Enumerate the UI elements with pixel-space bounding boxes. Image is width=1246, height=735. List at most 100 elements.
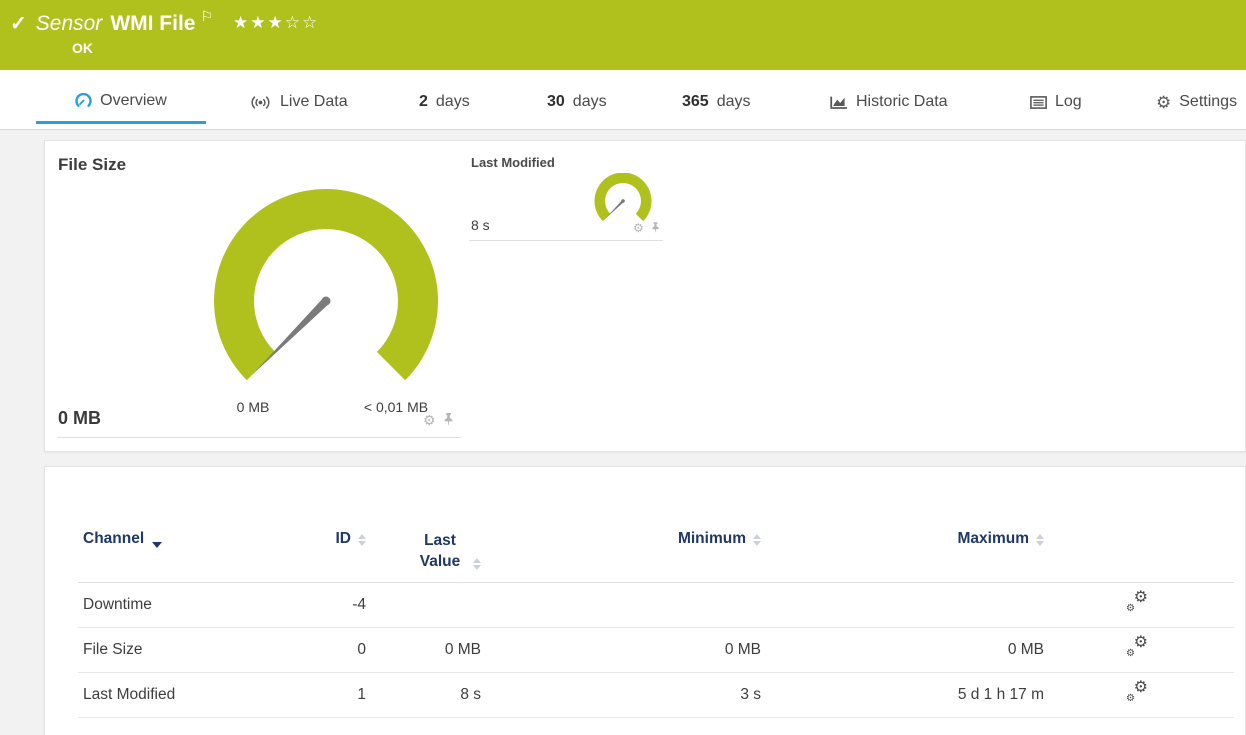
prtg-sensor-page: ✓ Sensor WMI File ⚐ ★★★☆☆ OK Overview Li… — [0, 0, 1246, 735]
tab-settings-label: Settings — [1179, 93, 1238, 110]
channel-maximum: 0 MB — [761, 627, 1044, 673]
tab-log[interactable]: Log — [1026, 80, 1086, 124]
column-header-actions — [1044, 517, 1234, 583]
tab-2-days-number: 2 — [419, 93, 428, 110]
channel-last-value — [366, 582, 481, 628]
widget-gear-icon[interactable]: ⚙ — [423, 413, 436, 427]
channel-id: -4 — [321, 582, 366, 628]
sort-desc-icon — [152, 542, 163, 548]
priority-stars[interactable]: ★★★☆☆ — [233, 13, 319, 33]
live-data-icon — [251, 95, 270, 109]
gear-icon: ⚙ — [1126, 602, 1135, 614]
tab-2-days-label: days — [435, 93, 470, 110]
file-size-current-value: 0 MB — [58, 408, 102, 428]
file-size-gauge-title: File Size — [58, 155, 127, 174]
channel-last-value: 0 MB — [366, 627, 481, 673]
channel-actions-cell: ⚙ ⚙ — [1044, 582, 1234, 628]
last-modified-current-value: 8 s — [471, 217, 490, 233]
file-size-scale-min: 0 MB — [236, 399, 270, 415]
column-header-minimum-label: Minimum — [677, 530, 746, 547]
stars-empty[interactable]: ☆☆ — [285, 13, 319, 32]
widget-gear-icon[interactable]: ⚙ — [633, 222, 644, 234]
tab-log-label: Log — [1055, 93, 1082, 110]
tab-365-days[interactable]: 365 days — [678, 80, 755, 124]
tab-30-days-label: days — [572, 93, 607, 110]
sort-icon — [1036, 534, 1044, 546]
channel-id: 1 — [321, 672, 366, 718]
file-size-widget-divider — [57, 437, 461, 438]
channel-actions-cell: ⚙ ⚙ — [1044, 672, 1234, 718]
channel-row-file-size[interactable]: File Size 0 0 MB 0 MB 0 MB ⚙ ⚙ — [78, 627, 1234, 673]
sensor-title-row: ✓ Sensor WMI File ⚐ ★★★☆☆ — [0, 0, 1246, 36]
channels-table: Channel ID Last Value Minimum Maximum Do… — [78, 517, 1234, 718]
tab-historic-data[interactable]: Historic Data — [826, 80, 952, 124]
sensor-status-badge: OK — [72, 40, 93, 56]
channel-minimum — [481, 582, 761, 628]
channel-maximum: 5 d 1 h 17 m — [761, 672, 1044, 718]
gauges-card: File Size 0 MB < 0,01 MB 0 MB ⚙ Last Mod… — [44, 140, 1246, 452]
channel-actions-cell: ⚙ ⚙ — [1044, 627, 1234, 673]
status-ok-check-icon: ✓ — [10, 13, 27, 35]
column-header-last-value-label: Last Value — [419, 532, 461, 570]
channel-maximum — [761, 582, 1044, 628]
sensor-status-header: ✓ Sensor WMI File ⚐ ★★★☆☆ OK — [0, 0, 1246, 70]
tab-2-days[interactable]: 2 days — [415, 80, 474, 124]
last-modified-widget-divider — [469, 240, 663, 241]
widget-pin-icon[interactable] — [651, 222, 660, 234]
last-modified-gauge-title: Last Modified — [471, 155, 555, 170]
channel-last-value: 8 s — [366, 672, 481, 718]
tab-30-days[interactable]: 30 days — [543, 80, 611, 124]
tab-365-days-number: 365 — [682, 93, 709, 110]
column-header-maximum-label: Maximum — [957, 530, 1030, 547]
tab-live-data[interactable]: Live Data — [245, 80, 352, 124]
channels-header-row: Channel ID Last Value Minimum Maximum — [78, 517, 1234, 583]
gear-icon: ⚙ — [1133, 633, 1148, 651]
file-size-gauge — [214, 189, 438, 381]
historic-chart-icon — [830, 96, 847, 109]
tab-live-data-label: Live Data — [280, 93, 348, 110]
channel-minimum: 3 s — [481, 672, 761, 718]
sensor-kind-label: Sensor — [35, 12, 103, 35]
channel-name: File Size — [78, 627, 321, 673]
channel-row-last-modified[interactable]: Last Modified 1 8 s 3 s 5 d 1 h 17 m ⚙ ⚙ — [78, 672, 1234, 718]
column-header-channel-label: Channel — [83, 530, 145, 547]
channel-settings-gears-icon[interactable]: ⚙ ⚙ — [1126, 588, 1148, 614]
column-header-id[interactable]: ID — [321, 517, 366, 583]
sort-icon — [473, 558, 481, 570]
channel-name: Last Modified — [78, 672, 321, 718]
tab-settings[interactable]: ⚙ Settings — [1152, 80, 1241, 124]
sensor-name: WMI File — [110, 12, 196, 35]
file-size-widget-actions: ⚙ — [423, 413, 454, 427]
gauge-icon — [75, 93, 92, 107]
channel-id: 0 — [321, 627, 366, 673]
column-header-id-label: ID — [335, 530, 352, 547]
gear-icon: ⚙ — [1126, 692, 1135, 704]
column-header-maximum[interactable]: Maximum — [761, 517, 1044, 583]
tab-365-days-label: days — [716, 93, 751, 110]
tab-historic-data-label: Historic Data — [856, 93, 948, 110]
channel-settings-gears-icon[interactable]: ⚙ ⚙ — [1126, 678, 1148, 704]
sort-icon — [753, 534, 761, 546]
column-header-last-value[interactable]: Last Value — [366, 517, 481, 583]
channel-row-downtime[interactable]: Downtime -4 ⚙ ⚙ — [78, 582, 1234, 628]
channel-settings-gears-icon[interactable]: ⚙ ⚙ — [1126, 633, 1148, 659]
priority-flag-icon[interactable]: ⚐ — [200, 8, 213, 25]
log-list-icon — [1030, 95, 1047, 109]
tab-30-days-number: 30 — [547, 93, 565, 110]
gear-icon: ⚙ — [1133, 588, 1148, 606]
channel-minimum: 0 MB — [481, 627, 761, 673]
channels-card: Channel ID Last Value Minimum Maximum Do… — [44, 466, 1246, 735]
tab-overview-label: Overview — [100, 91, 167, 109]
tab-bar: Overview Live Data 2 days 30 days 365 da… — [0, 70, 1246, 130]
stars-filled[interactable]: ★★★ — [233, 13, 285, 32]
settings-gear-icon: ⚙ — [1156, 92, 1172, 112]
column-header-minimum[interactable]: Minimum — [481, 517, 761, 583]
gear-icon: ⚙ — [1133, 678, 1148, 696]
channel-name: Downtime — [78, 582, 321, 628]
column-header-channel[interactable]: Channel — [78, 517, 321, 583]
gear-icon: ⚙ — [1126, 647, 1135, 659]
tab-overview[interactable]: Overview — [36, 80, 206, 124]
sort-icon — [358, 534, 366, 546]
last-modified-widget-actions: ⚙ — [633, 222, 660, 234]
widget-pin-icon[interactable] — [443, 413, 454, 427]
